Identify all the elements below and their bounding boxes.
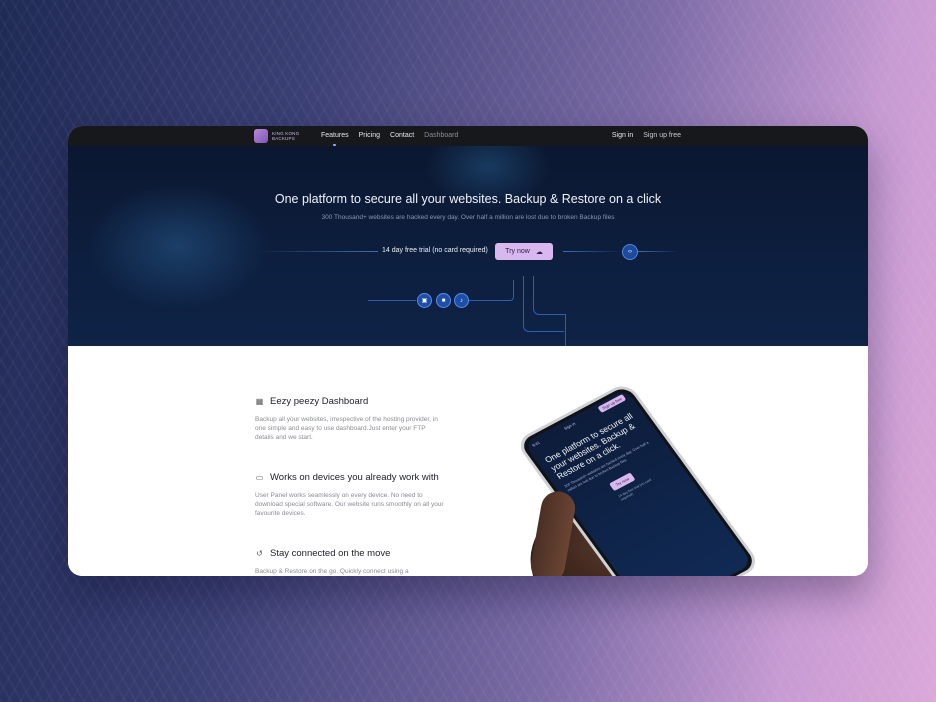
feature-title: Eezy peezy Dashboard [270,396,369,407]
sign-in-link[interactable]: Sign in [612,132,633,139]
browser-frame: KING KONG BACKUPS Features Pricing Conta… [68,126,868,576]
nav-link-pricing[interactable]: Pricing [359,132,380,139]
nav-auth: Sign in Sign up free [612,132,681,139]
hero-subtitle: 300 Thousand+ websites are hacked every … [321,214,615,221]
decor-line-far-right [638,251,678,252]
history-icon: ↺ [256,549,263,558]
image-icon[interactable]: ▣ [417,293,432,308]
feature-body: User Panel works seamlessly on every dev… [255,492,444,517]
hero-title: One platform to secure all your websites… [274,192,662,206]
music-icon[interactable]: ♪ [454,293,469,308]
nav-link-contact[interactable]: Contact [390,132,414,139]
feature-dashboard: ▦ Eezy peezy Dashboard Backup all your w… [255,396,445,442]
dashboard-icon: ▦ [255,397,264,406]
try-now-button[interactable]: Try now ☁ [495,243,553,260]
circuit-line [468,280,514,301]
gorilla-logo-icon [254,129,268,143]
nav-links: Features Pricing Contact Dashboard [321,132,458,146]
nav-link-features[interactable]: Features [321,132,349,146]
top-nav: KING KONG BACKUPS Features Pricing Conta… [68,126,868,146]
circuit-line [368,300,416,301]
video-icon[interactable]: ■ [436,293,451,308]
features-section: ▦ Eezy peezy Dashboard Backup all your w… [68,346,868,576]
sign-up-link[interactable]: Sign up free [643,132,681,139]
feature-title: Stay connected on the move [270,548,391,559]
circuit-line [533,276,566,315]
decor-line-right [563,251,623,252]
circuit-line [565,314,567,346]
feature-body: Backup & Restore on the go. Quickly conn… [255,568,409,575]
nav-link-dashboard[interactable]: Dashboard [424,132,458,139]
feature-title: Works on devices you already work with [270,472,439,483]
try-now-label: Try now [505,248,530,255]
phone-time: 9:41 [530,440,541,448]
code-icon[interactable]: ‹› [622,244,638,260]
decor-line-left [258,251,378,252]
feature-body: Backup all your websites, irrespective o… [255,416,438,441]
logo[interactable]: KING KONG BACKUPS [254,129,302,143]
phone-mockup: 9:41 Sign in Sign up free One platform t… [488,386,788,576]
devices-icon: ▭ [255,473,264,482]
feature-devices: ▭ Works on devices you already work with… [255,472,445,518]
hero-section: One platform to secure all your websites… [68,146,868,346]
cloud-upload-icon: ☁ [535,248,543,256]
trial-text: 14 day free trial (no card required) [382,247,488,254]
feature-mobile: ↺ Stay connected on the move Backup & Re… [255,548,445,576]
logo-text: KING KONG BACKUPS [272,131,300,141]
